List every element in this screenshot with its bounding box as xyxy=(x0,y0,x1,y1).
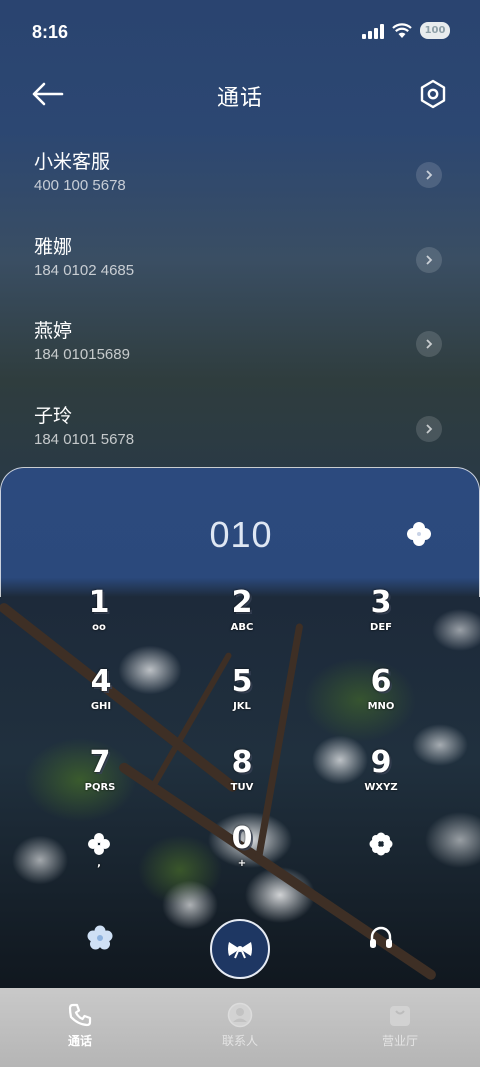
key-letters: MNO xyxy=(367,701,395,712)
key-8[interactable]: 8 TUV xyxy=(197,744,287,814)
chevron-right-icon[interactable] xyxy=(416,162,442,188)
contact-item[interactable]: 燕婷 184 01015689 xyxy=(0,309,480,394)
contact-item[interactable]: 子玲 184 0101 5678 xyxy=(0,394,480,479)
page-title: 通话 xyxy=(216,86,263,111)
flower-hash-icon xyxy=(369,832,393,856)
key-5[interactable]: 5 JKL xyxy=(197,663,287,733)
key-digit: 7 xyxy=(89,745,111,780)
nav-item-store[interactable]: 营业厅 xyxy=(320,988,480,1067)
bag-icon xyxy=(390,1006,410,1026)
key-letters: + xyxy=(237,858,247,869)
key-3[interactable]: 3 DEF xyxy=(336,584,426,654)
contact-number: 184 0102 4685 xyxy=(34,261,135,279)
flower-icon[interactable] xyxy=(86,924,114,952)
key-0[interactable]: 0 + xyxy=(197,820,287,890)
key-9[interactable]: 9 WXYZ xyxy=(336,744,426,814)
key-digit: 8 xyxy=(231,745,253,780)
key-7[interactable]: 7 PQRS xyxy=(55,744,145,814)
settings-icon[interactable] xyxy=(418,78,448,110)
flower-star-icon xyxy=(88,833,110,855)
contact-number: 184 01015689 xyxy=(34,346,130,363)
key-letters: WXYZ xyxy=(364,782,398,793)
key-digit: 9 xyxy=(370,745,392,780)
key-hash[interactable] xyxy=(336,824,426,894)
contact-name: 小米客服 xyxy=(34,151,111,173)
key-digit: 1 xyxy=(88,585,110,620)
contact-name: 燕婷 xyxy=(34,320,73,342)
contact-number: 400 100 5678 xyxy=(34,177,126,194)
key-1[interactable]: 1 oo xyxy=(54,584,144,654)
chevron-right-icon[interactable] xyxy=(416,331,442,357)
nav-item-contacts[interactable]: 联系人 xyxy=(160,988,320,1067)
contact-item[interactable]: 小米客服 400 100 5678 xyxy=(0,140,480,225)
bottom-navigation: 通话 联系人 营业厅 xyxy=(0,988,480,1067)
headphones-icon[interactable] xyxy=(367,924,395,952)
battery-level: 100 xyxy=(424,25,446,36)
recent-contacts-list: 小米客服 400 100 5678 雅娜 184 0102 4685 燕婷 18… xyxy=(0,140,480,478)
chevron-right-icon[interactable] xyxy=(416,246,442,273)
nav-label: 营业厅 xyxy=(381,1034,418,1048)
call-button[interactable] xyxy=(210,919,270,979)
signal-icon xyxy=(362,23,384,39)
status-icons: 100 xyxy=(362,22,450,39)
bow-icon xyxy=(228,942,252,959)
wifi-icon xyxy=(392,22,412,38)
key-2[interactable]: 2 ABC xyxy=(197,584,287,654)
contact-name: 子玲 xyxy=(34,404,73,427)
key-letters: oo xyxy=(92,622,106,633)
dial-panel: 010 xyxy=(0,467,480,597)
key-digit: 5 xyxy=(231,664,253,699)
person-icon xyxy=(227,1002,253,1028)
chevron-right-icon[interactable] xyxy=(416,415,442,442)
header: 通话 xyxy=(0,70,480,120)
clover-icon[interactable] xyxy=(405,520,433,548)
key-digit: 0 xyxy=(231,821,253,856)
key-letters: JKL xyxy=(233,701,251,712)
contact-number: 184 0101 5678 xyxy=(34,430,135,448)
key-4[interactable]: 4 GHI xyxy=(56,663,146,733)
key-6[interactable]: 6 MNO xyxy=(336,663,426,733)
nav-label: 通话 xyxy=(67,1034,92,1048)
key-star[interactable]: , xyxy=(54,824,144,894)
key-letters: TUV xyxy=(230,782,254,793)
key-letters: GHI xyxy=(90,701,112,712)
nav-item-calls[interactable]: 通话 xyxy=(0,988,160,1067)
key-digit: 3 xyxy=(370,585,392,620)
battery-icon: 100 xyxy=(420,22,450,39)
key-digit: 4 xyxy=(90,664,112,699)
contact-name: 雅娜 xyxy=(34,235,73,258)
key-digit: 2 xyxy=(231,585,253,620)
status-time: 8:16 xyxy=(32,22,69,42)
key-letters: PQRS xyxy=(84,782,116,793)
nav-label: 联系人 xyxy=(221,1034,258,1048)
key-digit: 6 xyxy=(370,664,392,699)
phone-icon xyxy=(68,1003,92,1027)
status-bar: 8:16 100 xyxy=(0,0,480,68)
contact-item[interactable]: 雅娜 184 0102 4685 xyxy=(0,225,480,310)
key-letters: DEF xyxy=(370,622,392,633)
key-letters: ABC xyxy=(230,622,254,633)
key-letters: , xyxy=(97,858,101,869)
